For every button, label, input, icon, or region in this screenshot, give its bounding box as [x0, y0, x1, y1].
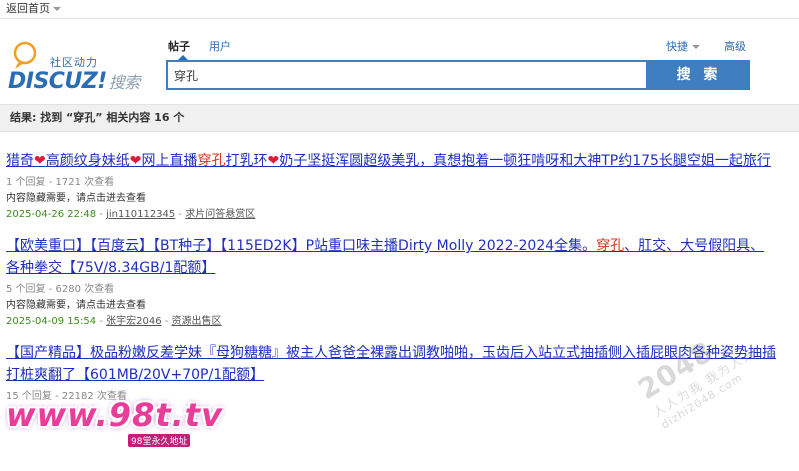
forum-link[interactable]: 求片问答悬赏区 — [185, 209, 255, 220]
heart-icon: ❤ — [129, 153, 142, 169]
discuz-logo[interactable]: 社区动力 DISCUZ! 搜索 — [6, 39, 156, 94]
author-link[interactable]: jin110112345 — [106, 209, 175, 220]
meta-separator: - — [164, 316, 172, 327]
tab-posts[interactable]: 帖子 — [168, 38, 190, 54]
result-summary: 结果: 找到 “穿孔” 相关内容 16 个 — [0, 104, 799, 132]
heart-icon: ❤ — [34, 153, 46, 169]
title-text: 【欧美重口】【百度云】【BT种子】【115ED2K】P站重口味主播Dirty M… — [6, 238, 597, 254]
search-header: 社区动力 DISCUZ!搜索 帖子 用户 快捷 高级 搜 索 — [0, 19, 799, 103]
result-meta: 2025-04-26 22:48 - jin110112345 - 求片问答悬赏… — [6, 207, 776, 223]
logo-search-word: 搜索 — [108, 73, 141, 92]
logo-wordmark: DISCUZ! 搜索 — [8, 69, 140, 94]
title-text: 网上直播 — [141, 153, 198, 169]
quick-link[interactable]: 快捷 — [666, 38, 700, 54]
author-link[interactable]: 张宇宏2046 — [106, 316, 161, 327]
result-summary-text: 结果: 找到 “穿孔” 相关内容 16 个 — [10, 111, 185, 124]
logo-tagline: 社区动力 — [50, 56, 98, 69]
search-box — [166, 60, 650, 90]
search-button[interactable]: 搜 索 — [648, 60, 750, 90]
tab-users[interactable]: 用户 — [209, 38, 231, 54]
list-item: 【欧美重口】【百度云】【BT种子】【115ED2K】P站重口味主播Dirty M… — [6, 235, 776, 330]
result-stats: 5 个回复 - 6280 次查看 — [6, 284, 115, 295]
title-text: 奶子坚挺浑圆超级美乳，真想抱着一顿狂啃呀和大神TP约175长腿空姐一起旅行 — [279, 153, 771, 169]
forum-link[interactable]: 资源出售区 — [172, 316, 222, 327]
keyword-highlight: 穿孔 — [596, 238, 625, 254]
post-date: 2025-04-26 22:48 — [6, 209, 97, 220]
quick-label: 快捷 — [666, 40, 688, 53]
watermark-98t-subtext: 98堂永久地址 — [128, 434, 191, 447]
speech-bubble-icon — [13, 41, 37, 69]
back-home-label: 返回首页 — [6, 2, 50, 15]
advanced-link[interactable]: 高级 — [724, 38, 746, 54]
keyword-highlight: 穿孔 — [197, 153, 226, 169]
post-date: 2025-04-09 15:54 — [6, 316, 97, 327]
result-meta: 2025-04-09 15:54 - 张宇宏2046 - 资源出售区 — [6, 314, 776, 330]
result-list: 猎奇❤高颜纹身妹纸❤网上直播穿孔打乳环❤奶子坚挺浑圆超级美乳，真想抱着一顿狂啃呀… — [6, 150, 776, 417]
back-home-link[interactable]: 返回首页 — [6, 0, 61, 18]
list-item: 【国产精品】极品粉嫩反差学妹『母狗糖糖』被主人爸爸全裸露出调教啪啪，玉齿后入站立… — [6, 342, 776, 405]
result-title-link[interactable]: 猎奇❤高颜纹身妹纸❤网上直播穿孔打乳环❤奶子坚挺浑圆超级美乳，真想抱着一顿狂啃呀… — [6, 150, 776, 172]
result-stats: 15 个回复 - 22182 次查看 — [6, 391, 127, 402]
hidden-content-note: 内容隐藏需要，请点击进去查看 — [6, 300, 146, 311]
result-stats: 1 个回复 - 1721 次查看 — [6, 177, 115, 188]
result-title-link[interactable]: 【国产精品】极品粉嫩反差学妹『母狗糖糖』被主人爸爸全裸露出调教啪啪，玉齿后入站立… — [6, 342, 776, 386]
heart-icon: ❤ — [267, 153, 280, 169]
logo-wordmark-text: DISCUZ! — [8, 69, 107, 94]
search-input[interactable] — [168, 62, 650, 88]
top-bar: 返回首页 — [0, 0, 799, 19]
hidden-content-note: 内容隐藏需要，请点击进去查看 — [6, 193, 146, 204]
list-item: 猎奇❤高颜纹身妹纸❤网上直播穿孔打乳环❤奶子坚挺浑圆超级美乳，真想抱着一顿狂啃呀… — [6, 150, 776, 223]
chevron-down-icon — [53, 7, 61, 11]
title-text: 打乳环 — [225, 153, 268, 169]
title-text: 高颜纹身妹纸 — [45, 153, 130, 169]
result-title-link[interactable]: 【欧美重口】【百度云】【BT种子】【115ED2K】P站重口味主播Dirty M… — [6, 235, 776, 279]
title-text: 猎奇 — [6, 153, 34, 169]
title-text: 【国产精品】极品粉嫩反差学妹『母狗糖糖』被主人爸爸全裸露出调教啪啪，玉齿后入站立… — [6, 345, 776, 383]
chevron-down-icon — [692, 45, 700, 49]
